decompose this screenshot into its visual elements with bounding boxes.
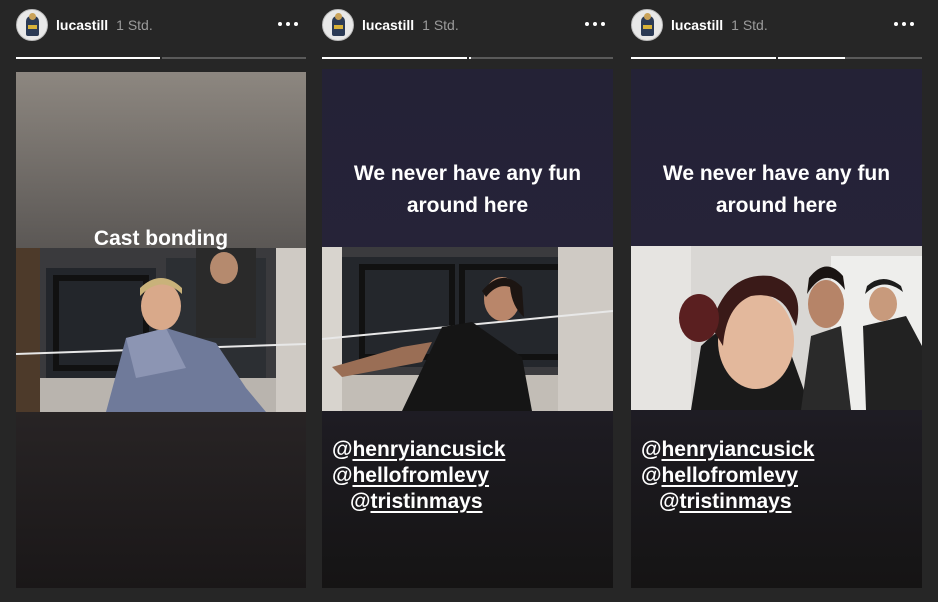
- story-media[interactable]: We never have any fun around here @henry…: [631, 69, 922, 588]
- progress-segment: [322, 57, 467, 59]
- story-progress: [322, 57, 613, 59]
- post-time: 1 Std.: [731, 17, 768, 33]
- mention-at: @: [350, 490, 371, 513]
- more-horizontal-icon[interactable]: [585, 22, 605, 26]
- progress-segment: [162, 57, 306, 59]
- caption-line: Cast bonding: [93, 227, 229, 250]
- caption-line: around here: [715, 194, 838, 217]
- profile-avatar[interactable]: [322, 9, 354, 41]
- story-caption: Cast bonding: [16, 223, 306, 255]
- mention-handle[interactable]: hellofromlevy: [352, 464, 489, 487]
- mention-list: @henryiancusick @hellofromlevy @tristinm…: [641, 437, 912, 515]
- story-caption: We never have any fun around here: [322, 158, 613, 222]
- mention-at: @: [332, 438, 353, 461]
- mention-handle[interactable]: tristinmays: [679, 490, 791, 513]
- mention-list: @henryiancusick @hellofromlevy @tristinm…: [332, 437, 603, 515]
- story-media[interactable]: We never have any fun around here @henry…: [322, 69, 613, 588]
- story-header: lucastill 1 Std.: [16, 8, 306, 42]
- story-caption: We never have any fun around here: [631, 158, 922, 222]
- story-card-2[interactable]: lucastill 1 Std. We never have any fun a…: [322, 0, 613, 602]
- caption-line: We never have any fun: [662, 162, 891, 185]
- progress-segment: [468, 57, 613, 59]
- mention-item[interactable]: @henryiancusick: [641, 437, 912, 463]
- mention-at: @: [641, 438, 662, 461]
- story-progress: [631, 57, 922, 59]
- post-time: 1 Std.: [422, 17, 459, 33]
- mention-item[interactable]: @hellofromlevy: [332, 463, 603, 489]
- story-progress: [16, 57, 306, 59]
- mention-handle[interactable]: tristinmays: [370, 490, 482, 513]
- story-photo: [322, 247, 613, 411]
- more-horizontal-icon[interactable]: [894, 22, 914, 26]
- post-time: 1 Std.: [116, 17, 153, 33]
- mention-at: @: [332, 464, 353, 487]
- story-card-1[interactable]: lucastill 1 Std. Cast bonding: [16, 0, 306, 602]
- mention-item[interactable]: @henryiancusick: [332, 437, 603, 463]
- mention-at: @: [641, 464, 662, 487]
- progress-segment: [777, 57, 922, 59]
- mention-handle[interactable]: henryiancusick: [661, 438, 814, 461]
- mention-at: @: [659, 490, 680, 513]
- username[interactable]: lucastill: [56, 17, 108, 33]
- mention-item[interactable]: @tristinmays: [332, 489, 603, 515]
- mention-item[interactable]: @tristinmays: [641, 489, 912, 515]
- caption-line: around here: [406, 194, 529, 217]
- story-photo: [16, 248, 306, 412]
- username[interactable]: lucastill: [362, 17, 414, 33]
- caption-line: We never have any fun: [353, 162, 582, 185]
- mention-item[interactable]: @hellofromlevy: [641, 463, 912, 489]
- story-header: lucastill 1 Std.: [322, 8, 613, 42]
- profile-avatar[interactable]: [631, 9, 663, 41]
- progress-segment: [16, 57, 160, 59]
- story-media[interactable]: Cast bonding: [16, 72, 306, 588]
- progress-segment: [631, 57, 776, 59]
- mention-handle[interactable]: henryiancusick: [352, 438, 505, 461]
- more-horizontal-icon[interactable]: [278, 22, 298, 26]
- story-header: lucastill 1 Std.: [631, 8, 922, 42]
- story-photo: [631, 246, 922, 410]
- story-card-3[interactable]: lucastill 1 Std. We never have any fun a…: [631, 0, 922, 602]
- profile-avatar[interactable]: [16, 9, 48, 41]
- username[interactable]: lucastill: [671, 17, 723, 33]
- mention-handle[interactable]: hellofromlevy: [661, 464, 798, 487]
